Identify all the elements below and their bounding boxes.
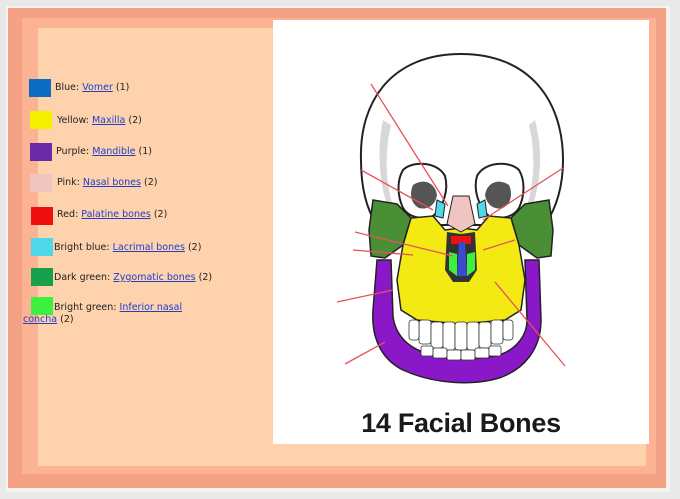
bone-count: (1)	[138, 146, 152, 157]
legend-label-nasal: Pink: Nasal bones (2)	[57, 177, 158, 188]
legend-swatch-bright-blue	[31, 238, 53, 256]
link-mandible[interactable]: Mandible	[92, 146, 135, 157]
bone-count: (2)	[187, 242, 202, 253]
legend-label-mandible: Purple: Mandible (1)	[56, 146, 152, 157]
legend-swatch-bright-green	[31, 297, 53, 315]
legend-label-inferior-nasal-concha-cont: concha (2)	[23, 314, 74, 326]
legend-swatch-blue	[29, 79, 51, 97]
bone-count: (2)	[198, 272, 213, 283]
color-name: Red	[57, 209, 76, 220]
legend-swatch-pink	[30, 174, 52, 192]
legend-label-zygomatic: Dark green: Zygomatic bones (2)	[54, 272, 213, 283]
legend-label-palatine: Red: Palatine bones (2)	[57, 209, 168, 220]
color-name: Yellow	[57, 115, 86, 126]
lacrimal-left	[434, 199, 446, 219]
legend-swatch-purple	[30, 143, 52, 161]
color-name: Purple	[56, 146, 87, 157]
link-lacrimal-bones[interactable]: Lacrimal bones	[113, 242, 185, 253]
legend: Blue: Vomer (1) Yellow: Maxilla (2) Purp…	[0, 0, 270, 499]
link-inferior-nasal-concha-line1[interactable]: Inferior nasal	[120, 302, 183, 313]
link-palatine-bones[interactable]: Palatine bones	[81, 209, 151, 220]
legend-label-vomer: Blue: Vomer (1)	[55, 82, 130, 93]
bone-count: (2)	[143, 177, 158, 188]
skull-figure: 14 Facial Bones	[273, 20, 649, 444]
legend-label-lacrimal: Bright blue: Lacrimal bones (2)	[54, 242, 202, 253]
lacrimal-right	[476, 199, 488, 219]
bone-count: (2)	[128, 115, 142, 126]
link-maxilla[interactable]: Maxilla	[92, 115, 125, 126]
color-name: Dark green	[54, 272, 108, 283]
color-name: Pink	[57, 177, 77, 188]
skull-illustration	[336, 52, 566, 384]
legend-label-maxilla: Yellow: Maxilla (2)	[57, 115, 142, 126]
color-name: Bright blue	[54, 242, 107, 253]
bone-count: (2)	[153, 209, 168, 220]
figure-title: 14 Facial Bones	[361, 408, 561, 438]
legend-swatch-yellow	[30, 111, 52, 129]
link-nasal-bones[interactable]: Nasal bones	[83, 177, 141, 188]
legend-label-inferior-nasal-concha: Bright green: Inferior nasal	[54, 302, 183, 313]
legend-swatch-dark-green	[31, 268, 53, 286]
link-inferior-nasal-concha-line2[interactable]: concha	[23, 314, 57, 325]
color-name: Blue	[55, 82, 77, 93]
color-name: Bright green	[54, 302, 114, 313]
link-vomer[interactable]: Vomer	[82, 82, 113, 93]
teeth	[408, 319, 514, 361]
bone-count: (2)	[60, 314, 74, 325]
link-zygomatic-bones[interactable]: Zygomatic bones	[113, 272, 195, 283]
bone-count: (1)	[115, 82, 130, 93]
legend-swatch-red	[31, 207, 53, 225]
